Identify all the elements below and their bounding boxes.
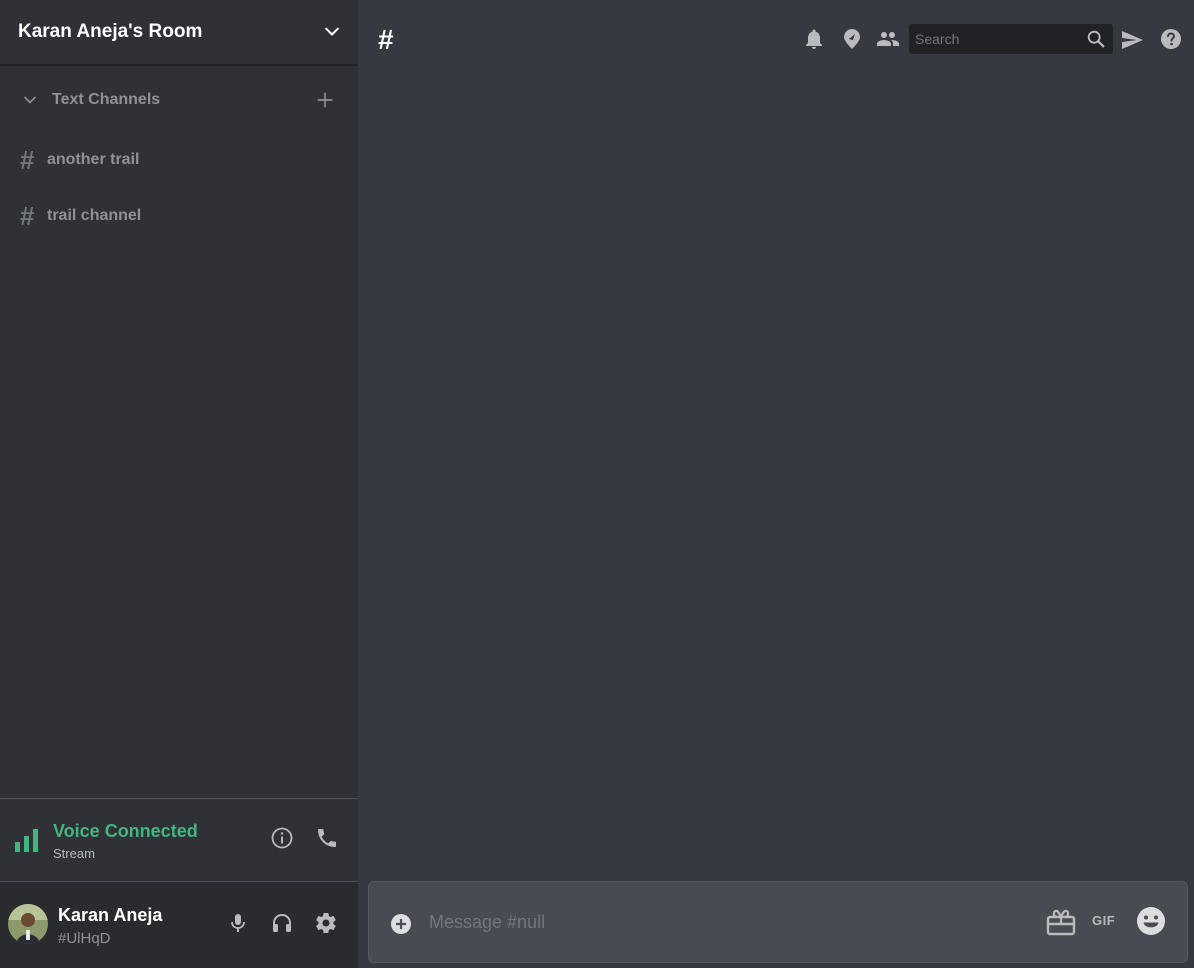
search-icon[interactable] [1085,28,1107,50]
channel-topbar: # [358,0,1194,80]
add-channel-icon[interactable] [314,89,336,111]
headphones-icon[interactable] [270,911,294,935]
search-box[interactable] [909,24,1113,54]
hashtag-icon: # [20,145,35,175]
signal-bars-icon[interactable] [14,827,40,853]
discord-app: Karan Aneja's Room Text Channels # anoth… [0,0,1194,968]
emoji-icon[interactable] [1135,905,1167,937]
gif-button[interactable]: GIF [1092,913,1115,928]
microphone-icon[interactable] [226,911,250,935]
gift-icon[interactable] [1045,906,1077,938]
channel-name: trail channel [47,207,142,224]
server-header[interactable]: Karan Aneja's Room [0,0,358,66]
avatar[interactable] [8,904,48,944]
voice-connected-panel: Voice Connected Stream [0,798,358,882]
settings-gear-icon[interactable] [314,911,338,935]
category-label: Text Channels [52,91,161,108]
channel-item-another-trail[interactable]: # another trail [0,140,358,180]
add-attachment-icon[interactable] [389,912,413,936]
channel-name: another trail [47,151,140,168]
message-input[interactable] [429,902,1029,942]
chevron-down-icon[interactable] [20,90,40,110]
pin-icon[interactable] [840,27,864,51]
channel-hash-title: # [378,24,394,55]
bell-icon[interactable] [802,27,826,51]
disconnect-phone-icon[interactable] [315,826,339,850]
help-icon[interactable] [1159,27,1183,51]
members-icon[interactable] [876,27,900,51]
avatar-image [8,904,48,944]
message-composer: GIF [368,881,1188,963]
category-text-channels[interactable]: Text Channels [0,86,358,114]
send-icon[interactable] [1120,28,1144,52]
search-input[interactable] [909,24,1079,54]
chat-area: # Search Message #null GIF [358,0,1194,968]
server-name: Karan Aneja's Room [18,21,203,42]
voice-channel-name[interactable]: Stream [53,846,95,861]
hashtag-icon: # [20,201,35,231]
chevron-down-icon[interactable] [322,22,342,42]
voice-status-title[interactable]: Voice Connected [53,821,198,842]
user-panel: Karan Aneja #UlHqD [0,882,358,968]
channel-sidebar: Karan Aneja's Room Text Channels # anoth… [0,0,358,968]
info-icon[interactable] [270,826,294,850]
channel-item-trail-channel[interactable]: # trail channel [0,196,358,236]
user-discriminator: #UlHqD [58,930,111,947]
username: Karan Aneja [58,905,163,925]
